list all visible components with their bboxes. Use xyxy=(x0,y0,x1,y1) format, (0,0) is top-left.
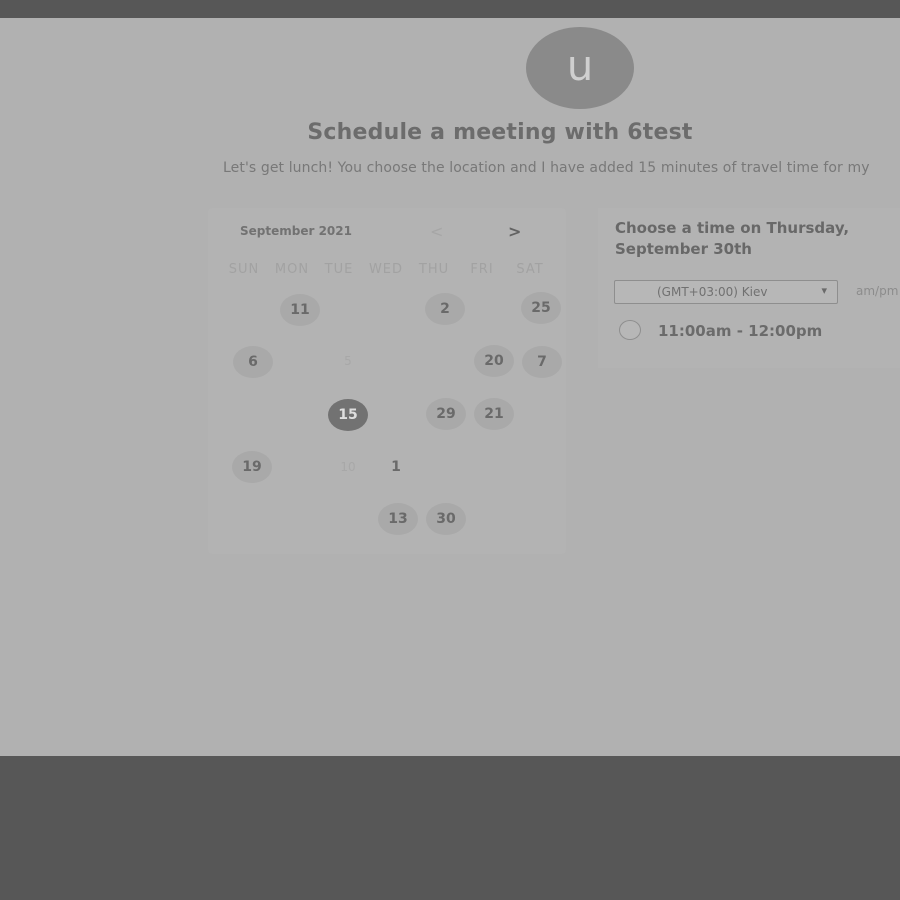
weekday-wed: WED xyxy=(368,262,404,277)
weekday-sun: SUN xyxy=(228,262,260,277)
timezone-select[interactable]: (GMT+03:00) Kiev ▾ xyxy=(614,280,838,304)
calendar-day[interactable]: 21 xyxy=(474,398,514,430)
weekday-tue: TUE xyxy=(324,262,354,277)
weekday-mon: MON xyxy=(274,262,310,277)
time-heading: Choose a time on Thursday, September 30t… xyxy=(615,219,850,258)
time-slot-radio[interactable] xyxy=(619,320,641,340)
calendar-day-selected[interactable]: 15 xyxy=(328,399,368,431)
calendar-day[interactable]: 25 xyxy=(521,292,561,324)
calendar-card xyxy=(208,208,566,554)
calendar-day-unavailable: 5 xyxy=(344,354,352,368)
meeting-description: Let's get lunch! You choose the location… xyxy=(223,160,870,176)
calendar-day[interactable]: 13 xyxy=(378,503,418,535)
chevron-right-icon[interactable]: > xyxy=(508,224,521,240)
timezone-value: (GMT+03:00) Kiev xyxy=(657,285,768,299)
calendar-day[interactable]: 7 xyxy=(522,346,562,378)
calendar-day[interactable]: 6 xyxy=(233,346,273,378)
weekday-sat: SAT xyxy=(516,262,544,277)
time-slot-label[interactable]: 11:00am - 12:00pm xyxy=(658,322,822,340)
chevron-down-icon: ▾ xyxy=(821,285,827,297)
calendar-day[interactable]: 1 xyxy=(376,451,416,483)
calendar-month-label: September 2021 xyxy=(240,224,352,238)
avatar-letter: u xyxy=(566,41,594,90)
weekday-thu: THU xyxy=(418,262,450,277)
calendar-day[interactable]: 30 xyxy=(426,503,466,535)
weekday-fri: FRI xyxy=(470,262,494,277)
calendar-day[interactable]: 11 xyxy=(280,294,320,326)
calendar-day[interactable]: 29 xyxy=(426,398,466,430)
calendar-day[interactable]: 19 xyxy=(232,451,272,483)
chevron-left-icon[interactable]: < xyxy=(430,224,443,240)
page-title: Schedule a meeting with 6test xyxy=(307,120,693,145)
calendar-day-unavailable: 10 xyxy=(340,460,356,474)
calendar-day[interactable]: 2 xyxy=(425,293,465,325)
calendar-day[interactable]: 20 xyxy=(474,345,514,377)
host-avatar: u xyxy=(526,27,634,109)
time-format-toggle[interactable]: am/pm xyxy=(856,284,898,298)
